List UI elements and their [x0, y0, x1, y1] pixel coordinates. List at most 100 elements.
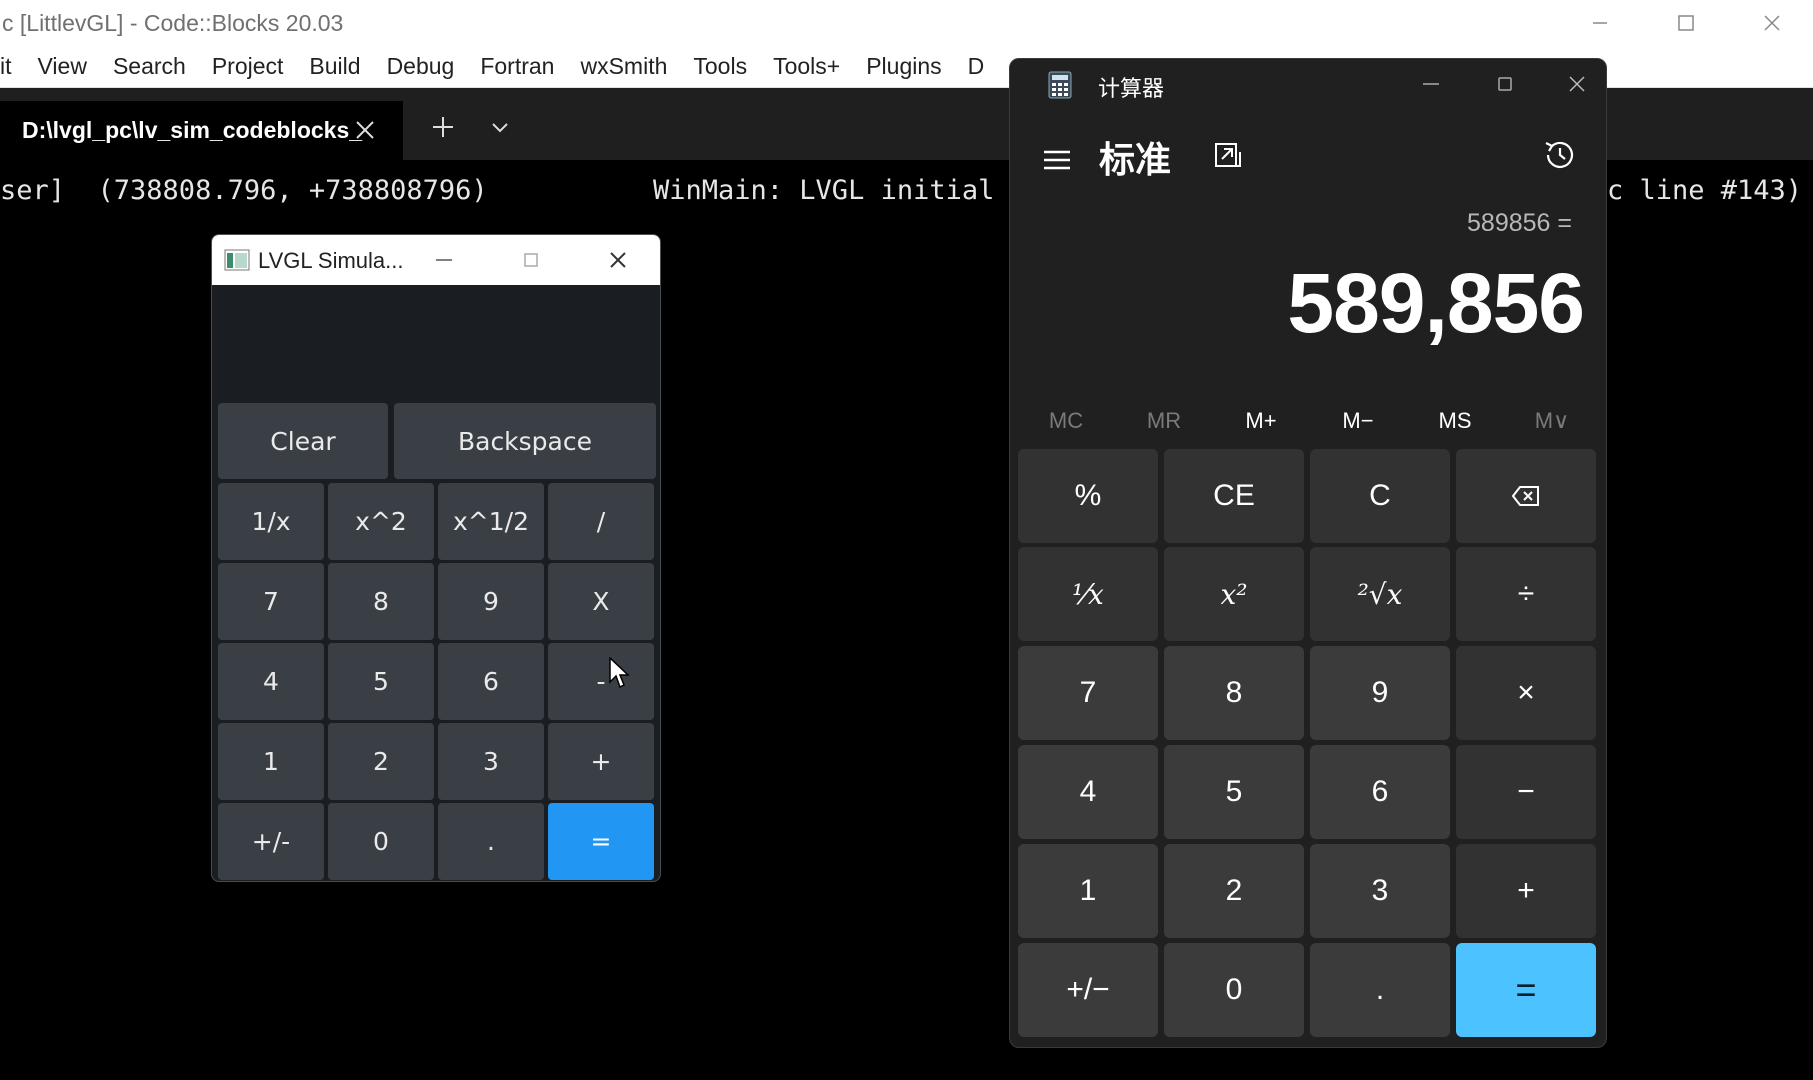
close-icon [1764, 15, 1780, 31]
close-icon[interactable] [603, 245, 633, 275]
lvgl-key-7[interactable]: 7 [218, 563, 324, 640]
menu-debug[interactable]: Debug [374, 53, 468, 80]
calculator-result: 589,856 [1287, 256, 1585, 350]
lvgl-key-3[interactable]: 3 [438, 723, 544, 800]
menu-project[interactable]: Project [199, 53, 297, 80]
menu-tools[interactable]: Tools [680, 53, 760, 80]
lvgl-display [212, 285, 660, 397]
menu-wxsmith[interactable]: wxSmith [567, 53, 680, 80]
close-icon[interactable] [352, 117, 378, 143]
lvgl-dot-button[interactable]: . [438, 803, 544, 880]
key-9[interactable]: 9 [1310, 646, 1450, 740]
plus-button[interactable]: + [1456, 844, 1596, 938]
negate-button[interactable]: +/− [1018, 943, 1158, 1037]
memory-list-button[interactable]: M∨ [1504, 399, 1600, 443]
windows-calculator-window: 计算器 标准 589856 = 589,856 MC MR M+ M− MS M… [1009, 58, 1607, 1048]
lvgl-clear-button[interactable]: Clear [218, 403, 388, 479]
lvgl-key-6[interactable]: 6 [438, 643, 544, 720]
keep-on-top-icon[interactable] [1210, 139, 1246, 175]
maximize-icon [1678, 15, 1694, 31]
backspace-button[interactable] [1456, 449, 1596, 543]
minimize-icon[interactable] [429, 245, 459, 275]
codeblocks-maximize-button[interactable] [1646, 0, 1726, 46]
minus-button[interactable]: − [1456, 745, 1596, 839]
lvgl-key-5[interactable]: 5 [328, 643, 434, 720]
key-7[interactable]: 7 [1018, 646, 1158, 740]
lvgl-negate-button[interactable]: +/- [218, 803, 324, 880]
lvgl-key-1[interactable]: 1 [218, 723, 324, 800]
clear-button[interactable]: C [1310, 449, 1450, 543]
maximize-icon[interactable] [516, 245, 546, 275]
lvgl-titlebar: LVGL Simula... [212, 235, 660, 285]
editor-tab-label: D:\lvgl_pc\lv_sim_codeblocks_ [22, 117, 363, 143]
memory-clear-button[interactable]: MC [1018, 399, 1114, 443]
key-4[interactable]: 4 [1018, 745, 1158, 839]
lvgl-backspace-button[interactable]: Backspace [394, 403, 656, 479]
memory-store-button[interactable]: MS [1407, 399, 1503, 443]
mouse-cursor-icon [609, 657, 630, 689]
codeblocks-close-button[interactable] [1732, 0, 1812, 46]
lvgl-key-2[interactable]: 2 [328, 723, 434, 800]
menu-doxyblocks[interactable]: D [955, 53, 998, 80]
lvgl-equals-button[interactable]: = [548, 803, 654, 880]
lvgl-key-9[interactable]: 9 [438, 563, 544, 640]
lvgl-window-title: LVGL Simula... [258, 248, 404, 273]
log-text-middle: WinMain: LVGL initial [653, 175, 995, 206]
decimal-button[interactable]: . [1310, 943, 1450, 1037]
history-icon[interactable] [1542, 137, 1578, 173]
log-text-right: c line #143) [1607, 175, 1803, 206]
chevron-down-icon[interactable] [490, 118, 510, 138]
log-text-left: ser] (738808.796, +738808796) [0, 175, 488, 206]
memory-subtract-button[interactable]: M− [1310, 399, 1406, 443]
menu-fortran[interactable]: Fortran [467, 53, 567, 80]
codeblocks-minimize-button[interactable] [1560, 0, 1640, 46]
lvgl-square-button[interactable]: x^2 [328, 483, 434, 560]
equals-button[interactable]: = [1456, 943, 1596, 1037]
lvgl-plus-button[interactable]: + [548, 723, 654, 800]
editor-tab[interactable]: D:\lvgl_pc\lv_sim_codeblocks_ [0, 101, 403, 160]
codeblocks-window-title: c [LittlevGL] - Code::Blocks 20.03 [2, 9, 344, 36]
maximize-icon[interactable] [1488, 69, 1522, 99]
memory-recall-button[interactable]: MR [1116, 399, 1212, 443]
lvgl-divide-button[interactable]: / [548, 483, 654, 560]
plus-icon[interactable] [430, 114, 456, 140]
key-2[interactable]: 2 [1164, 844, 1304, 938]
sqrt-button[interactable]: ²√x [1310, 547, 1450, 641]
menu-plugins[interactable]: Plugins [853, 53, 954, 80]
key-3[interactable]: 3 [1310, 844, 1450, 938]
divide-button[interactable]: ÷ [1456, 547, 1596, 641]
calculator-window-title: 计算器 [1098, 77, 1165, 102]
calculator-expression: 589856 = [1467, 209, 1572, 237]
menu-build[interactable]: Build [296, 53, 373, 80]
menu-edit[interactable]: it [0, 53, 25, 80]
minimize-icon[interactable] [1414, 69, 1448, 99]
percent-button[interactable]: % [1018, 449, 1158, 543]
key-8[interactable]: 8 [1164, 646, 1304, 740]
menu-tools-plus[interactable]: Tools+ [760, 53, 853, 80]
lvgl-key-4[interactable]: 4 [218, 643, 324, 720]
multiply-button[interactable]: × [1456, 646, 1596, 740]
menu-view[interactable]: View [25, 53, 100, 80]
hamburger-menu-icon[interactable] [1040, 143, 1074, 177]
lvgl-minus-button[interactable]: - [548, 643, 654, 720]
calculator-icon [1048, 71, 1072, 99]
lvgl-key-0[interactable]: 0 [328, 803, 434, 880]
key-1[interactable]: 1 [1018, 844, 1158, 938]
menu-search[interactable]: Search [100, 53, 199, 80]
memory-add-button[interactable]: M+ [1213, 399, 1309, 443]
lvgl-key-8[interactable]: 8 [328, 563, 434, 640]
clear-entry-button[interactable]: CE [1164, 449, 1304, 543]
key-6[interactable]: 6 [1310, 745, 1450, 839]
app-icon [224, 249, 250, 271]
key-0[interactable]: 0 [1164, 943, 1304, 1037]
lvgl-multiply-button[interactable]: X [548, 563, 654, 640]
close-icon[interactable] [1560, 69, 1594, 99]
codeblocks-titlebar: c [LittlevGL] - Code::Blocks 20.03 [0, 0, 1813, 46]
minimize-icon [1593, 22, 1607, 24]
key-5[interactable]: 5 [1164, 745, 1304, 839]
reciprocal-button[interactable]: ⅟x [1018, 547, 1158, 641]
lvgl-sqrt-button[interactable]: x^1/2 [438, 483, 544, 560]
calculator-mode-title: 标准 [1099, 140, 1172, 181]
lvgl-reciprocal-button[interactable]: 1/x [218, 483, 324, 560]
square-button[interactable]: x² [1164, 547, 1304, 641]
